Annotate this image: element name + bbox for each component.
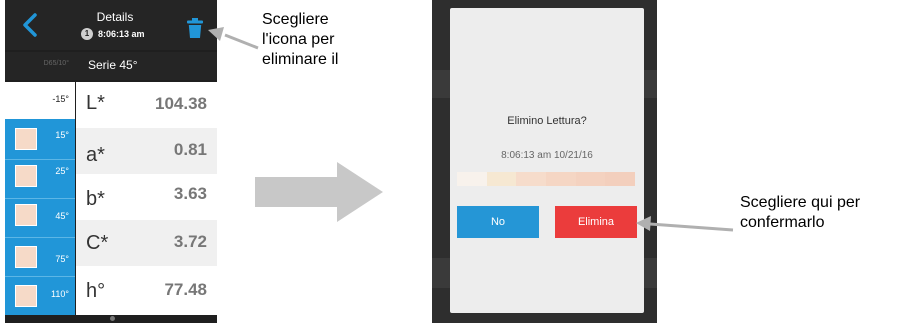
back-chevron-icon[interactable] bbox=[19, 12, 41, 38]
note-line: confermarlo bbox=[740, 214, 825, 231]
color-swatch bbox=[15, 128, 37, 150]
value-row-l: L* 104.38 bbox=[76, 82, 217, 128]
value-number: 104.38 bbox=[155, 94, 207, 113]
color-swatch bbox=[15, 246, 37, 268]
note-line: Scegliere bbox=[262, 11, 329, 28]
note-line: l'icona per bbox=[262, 31, 335, 48]
measurement-time-text: 8:06:13 am bbox=[98, 29, 145, 39]
note-line: eliminare il bbox=[262, 51, 339, 68]
delete-dialog-screen: Elimino Lettura? 8:06:13 am 10/21/16 No … bbox=[432, 0, 657, 323]
angle-label: 15° bbox=[55, 130, 69, 140]
value-number: 0.81 bbox=[173, 140, 207, 159]
angle-label: -15° bbox=[52, 94, 69, 104]
dialog-title: Elimino Lettura? bbox=[507, 115, 587, 127]
swatch-cell bbox=[575, 172, 606, 186]
angle-item[interactable]: 110° bbox=[5, 277, 75, 315]
delete-confirm-button[interactable]: Elimina bbox=[555, 206, 637, 238]
value-number: 3.72 bbox=[173, 232, 207, 251]
angle-item[interactable]: 15° bbox=[5, 120, 75, 159]
angle-list: -15° 15° 25° 45° 75° 110° bbox=[5, 82, 75, 315]
swatch-cell bbox=[605, 172, 636, 186]
no-button[interactable]: No bbox=[457, 206, 539, 238]
swatch-cell bbox=[516, 172, 547, 186]
page-title: Details bbox=[96, 10, 134, 24]
illuminant-label: D65/10° bbox=[43, 60, 69, 67]
value-number: 77.48 bbox=[164, 280, 207, 299]
value-row-h: h° 77.48 bbox=[76, 266, 217, 315]
value-name: a* bbox=[86, 144, 105, 166]
value-row-a: a* 0.81 bbox=[76, 128, 217, 174]
value-name: b* bbox=[86, 188, 105, 210]
measurement-time: 1 8:06:13 am bbox=[81, 28, 145, 40]
confirm-delete-dialog: Elimino Lettura? 8:06:13 am 10/21/16 No … bbox=[450, 8, 644, 313]
angle-label: 25° bbox=[55, 166, 69, 176]
delete-instruction-note: Scegliere l'icona per eliminare il bbox=[262, 10, 402, 70]
details-screen: Details 1 8:06:13 am D65/10° Serie 45° -… bbox=[5, 0, 217, 323]
page-indicator-dot bbox=[110, 316, 115, 321]
swatch-cell bbox=[486, 172, 517, 186]
angle-item[interactable]: -15° bbox=[5, 82, 75, 119]
dialog-timestamp: 8:06:13 am 10/21/16 bbox=[501, 150, 593, 161]
angle-label: 45° bbox=[55, 211, 69, 221]
color-swatch-strip bbox=[457, 172, 636, 186]
header-bar: Details 1 8:06:13 am bbox=[5, 0, 217, 50]
note-line: Scegliere qui per bbox=[740, 194, 861, 211]
trash-icon[interactable] bbox=[187, 18, 203, 38]
value-number: 3.63 bbox=[173, 184, 207, 203]
angle-item[interactable]: 45° bbox=[5, 199, 75, 237]
angle-item[interactable]: 75° bbox=[5, 238, 75, 276]
confirm-instruction-note: Scegliere qui per confermarlo bbox=[740, 193, 906, 233]
swatch-cell bbox=[546, 172, 576, 186]
swatch-cell bbox=[457, 172, 487, 186]
color-swatch bbox=[15, 204, 37, 226]
value-row-b: b* 3.63 bbox=[76, 174, 217, 220]
angle-label: 75° bbox=[55, 254, 69, 264]
transition-arrow-icon bbox=[255, 162, 383, 222]
measurement-index-badge: 1 bbox=[81, 28, 93, 40]
value-row-c: C* 3.72 bbox=[76, 220, 217, 266]
value-name: h° bbox=[86, 280, 106, 302]
value-name: C* bbox=[86, 232, 109, 254]
color-values-list: L* 104.38 a* 0.81 b* 3.63 C* 3.72 h° 77.… bbox=[76, 82, 217, 315]
color-swatch bbox=[15, 285, 37, 307]
series-label: Serie 45° bbox=[88, 58, 138, 72]
angle-item[interactable]: 25° bbox=[5, 160, 75, 198]
value-name: L* bbox=[86, 92, 105, 114]
angle-label: 110° bbox=[51, 289, 69, 299]
color-swatch bbox=[15, 165, 37, 187]
